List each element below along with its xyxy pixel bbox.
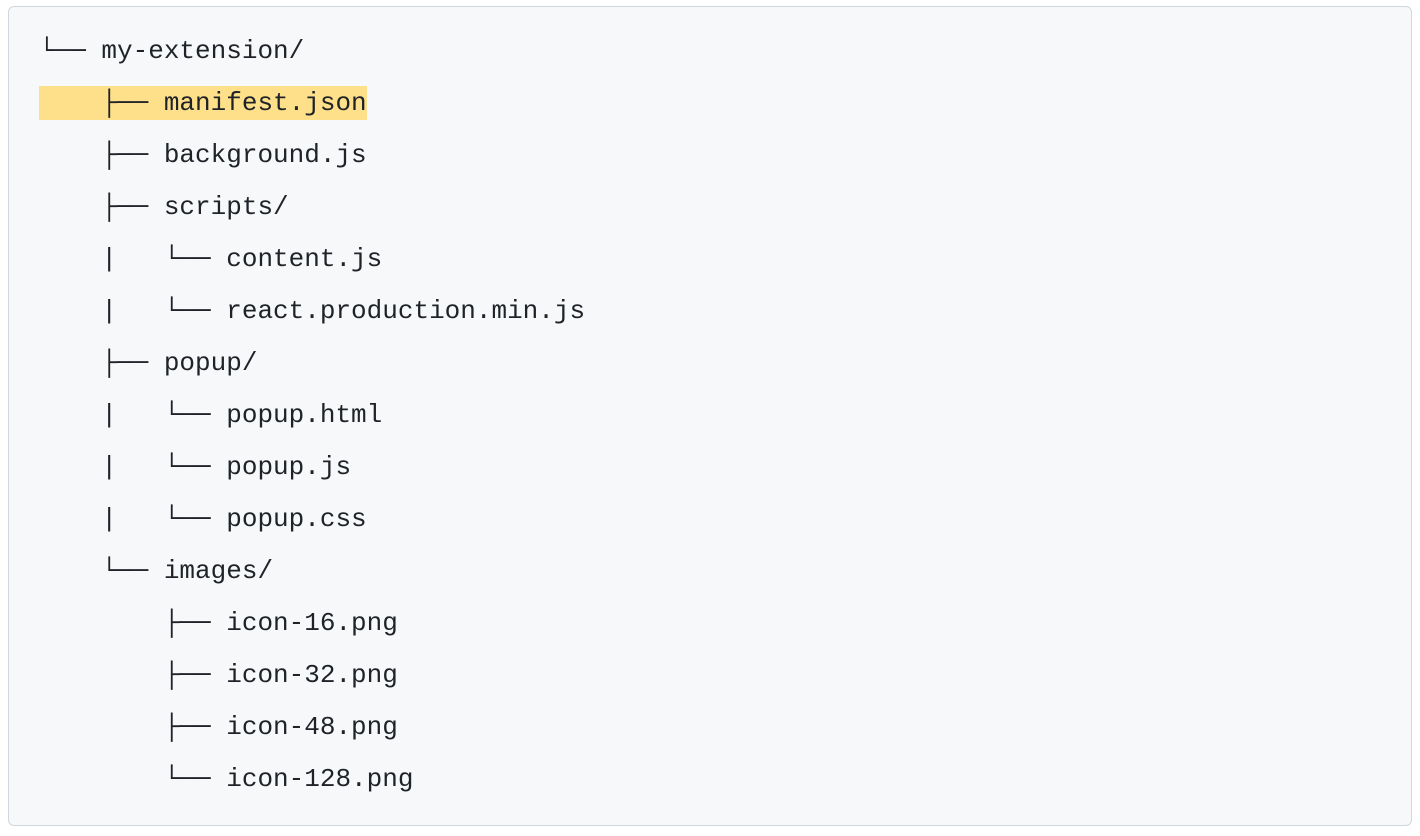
tree-prefix: └── <box>39 764 226 794</box>
tree-line: | └── popup.js <box>9 441 1411 493</box>
tree-name: popup.js <box>226 452 351 482</box>
tree-line: ├── icon-32.png <box>9 649 1411 701</box>
tree-name: icon-32.png <box>226 660 398 690</box>
tree-name: react.production.min.js <box>226 296 585 326</box>
tree-prefix: └── <box>39 556 164 586</box>
tree-prefix: | └── <box>39 504 226 534</box>
tree-line: | └── popup.css <box>9 493 1411 545</box>
tree-prefix: | └── <box>39 400 226 430</box>
tree-name: my-extension/ <box>101 36 304 66</box>
tree-name: popup/ <box>164 348 258 378</box>
tree-line: | └── react.production.min.js <box>9 285 1411 337</box>
tree-line: └── images/ <box>9 545 1411 597</box>
tree-prefix: ├── <box>39 348 164 378</box>
tree-line: | └── popup.html <box>9 389 1411 441</box>
tree-prefix: ├── <box>39 712 226 742</box>
highlight: ├── manifest.json <box>39 86 367 120</box>
tree-prefix: | └── <box>39 244 226 274</box>
tree-prefix: ├── <box>39 140 164 170</box>
tree-name: popup.html <box>226 400 382 430</box>
tree-prefix: ├── <box>39 660 226 690</box>
tree-line: ├── popup/ <box>9 337 1411 389</box>
tree-prefix: ├── <box>39 88 164 118</box>
tree-name: icon-48.png <box>226 712 398 742</box>
tree-line: └── my-extension/ <box>9 25 1411 77</box>
tree-name: scripts/ <box>164 192 289 222</box>
tree-line: ├── icon-48.png <box>9 701 1411 753</box>
tree-line: ├── background.js <box>9 129 1411 181</box>
tree-line: ├── manifest.json <box>9 77 1411 129</box>
tree-name: icon-16.png <box>226 608 398 638</box>
tree-name: background.js <box>164 140 367 170</box>
tree-line: ├── icon-16.png <box>9 597 1411 649</box>
tree-name: manifest.json <box>164 88 367 118</box>
tree-prefix: | └── <box>39 296 226 326</box>
tree-line: ├── scripts/ <box>9 181 1411 233</box>
tree-prefix: | └── <box>39 452 226 482</box>
code-block: └── my-extension/ ├── manifest.json ├── … <box>8 6 1412 826</box>
tree-prefix: ├── <box>39 608 226 638</box>
tree-name: content.js <box>226 244 382 274</box>
tree-name: images/ <box>164 556 273 586</box>
tree-line: | └── content.js <box>9 233 1411 285</box>
tree-prefix: └── <box>39 36 101 66</box>
tree-prefix: ├── <box>39 192 164 222</box>
tree-line: └── icon-128.png <box>9 753 1411 805</box>
tree-name: popup.css <box>226 504 366 534</box>
tree-name: icon-128.png <box>226 764 413 794</box>
